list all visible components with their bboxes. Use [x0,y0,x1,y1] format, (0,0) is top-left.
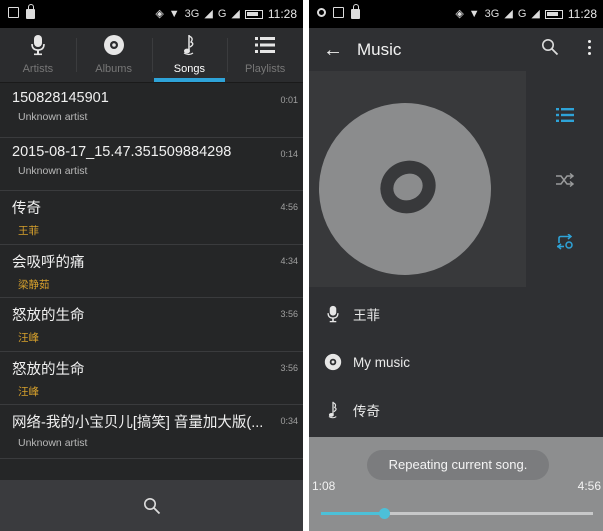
song-artist: 汪峰 [18,385,39,398]
list-item[interactable]: 2015-08-17_15.47.351509884298 Unknown ar… [0,138,303,191]
song-name: 传奇 [353,404,380,419]
page-title: Music [357,40,402,59]
tab-label: Playlists [244,63,286,75]
network-type: 3G [484,8,500,20]
list-item[interactable]: 网络-我的小宝贝儿[搞笑] 音量加大版(... Unknown artist 0… [0,405,303,459]
library-screen: ◈ ▼ 3G ◢ G ◢ 11:28 Artists Albums Songs … [0,0,303,531]
network-type: 3G [184,8,200,20]
search-icon[interactable] [541,38,559,56]
list-item[interactable]: 怒放的生命 汪峰 3:56 [0,352,303,405]
song-duration: 3:56 [280,309,298,319]
queue-list-icon[interactable] [556,107,574,123]
gallery-notification-icon [333,7,344,18]
song-duration: 4:56 [280,202,298,212]
song-title: 2015-08-17_15.47.351509884298 [12,143,232,160]
status-bar: ◈ ▼ 3G ◢ G ◢ 11:28 [0,0,303,28]
signal-label: G [517,8,527,20]
song-title: 传奇 [12,201,41,217]
library-tabs: Artists Albums Songs Playlists [0,28,303,83]
list-item[interactable]: 传奇 王菲 4:56 [0,191,303,245]
tab-playlists[interactable]: Playlists [227,28,303,82]
song-artist: Unknown artist [18,164,88,177]
microphone-icon [31,35,45,56]
song-artist: Unknown artist [18,111,88,123]
seek-bar-thumb[interactable] [378,508,390,519]
song-title: 150828145901 [12,90,109,106]
player-controls: Repeating current song. 1:08 4:56 [309,437,603,531]
seek-bar[interactable] [321,508,593,519]
song-duration: 0:14 [280,148,298,159]
song-list: 150828145901 Unknown artist 0:01 2015-08… [0,84,303,459]
signal-icon: ◢ [504,8,513,20]
lock-icon [351,3,360,19]
clock: 11:28 [267,7,297,21]
music-note-icon [184,35,194,56]
shuffle-icon[interactable] [556,173,574,187]
song-title: 怒放的生命 [12,308,85,324]
current-time: 1:08 [312,479,336,493]
album-name: My music [353,354,410,370]
clock: 11:28 [567,7,597,21]
tab-artists[interactable]: Artists [0,28,76,82]
signal-icon-2: ◢ [231,8,240,20]
signal-label: G [217,8,227,20]
song-title: 怒放的生命 [12,361,85,378]
song-duration: 4:34 [280,255,298,266]
search-bar[interactable] [0,480,303,531]
status-bar: ◈ ▼ 3G ◢ G ◢ 11:28 [309,0,603,28]
wifi-icon: ▼ [468,8,480,20]
tab-label: Artists [22,63,54,75]
list-item[interactable]: 150828145901 Unknown artist 0:01 [0,84,303,138]
song-artist: 王菲 [18,225,39,237]
signal-icon: ◢ [204,8,213,20]
battery-icon [244,9,263,19]
total-time: 4:56 [577,479,601,493]
battery-icon [544,9,563,19]
list-icon [255,37,276,53]
record-icon [317,8,326,17]
disc-icon [324,353,342,371]
overflow-menu-icon[interactable] [588,40,592,58]
tab-albums[interactable]: Albums [75,28,152,82]
search-icon[interactable] [143,497,161,515]
app-toolbar: ← Music [309,28,603,72]
vinyl-disc-icon [319,103,491,275]
song-title: 网络-我的小宝贝儿[搞笑] 音量加大版(... [12,415,264,431]
seek-bar-progress [321,512,384,515]
song-duration: 0:01 [280,95,298,105]
vibrate-icon: ◈ [155,8,164,20]
gallery-notification-icon [8,7,19,18]
song-title: 会吸呼的痛 [12,254,85,271]
vibrate-icon: ◈ [455,8,464,20]
lock-icon [26,3,35,19]
list-item[interactable]: 怒放的生命 汪峰 3:56 [0,298,303,352]
tab-label: Songs [173,63,205,75]
repeat-one-icon[interactable] [556,234,574,250]
album-art [309,71,526,287]
artist-name: 王菲 [353,308,380,323]
song-artist: Unknown artist [18,437,88,449]
tab-songs[interactable]: Songs [151,28,228,82]
song-duration: 3:56 [280,362,298,373]
toast-message: Repeating current song. [367,450,549,480]
list-item[interactable]: 会吸呼的痛 梁静茹 4:34 [0,245,303,298]
tab-label: Albums [95,63,132,75]
song-artist: 梁静茹 [18,278,50,291]
music-note-icon [328,401,337,419]
artist-row[interactable]: 王菲 [309,290,603,338]
back-arrow-icon[interactable]: ← [323,39,343,62]
wifi-icon: ▼ [168,8,180,20]
now-playing-screen: ◈ ▼ 3G ◢ G ◢ 11:28 ← Music 王菲 My music 传… [309,0,603,531]
microphone-icon [327,305,339,323]
song-artist: 汪峰 [18,332,39,344]
signal-icon-2: ◢ [531,8,540,20]
playback-mode-controls [526,71,603,287]
disc-icon [103,35,124,55]
song-duration: 0:34 [280,416,298,426]
song-row[interactable]: 传奇 [309,386,603,434]
album-row[interactable]: My music [309,338,603,386]
